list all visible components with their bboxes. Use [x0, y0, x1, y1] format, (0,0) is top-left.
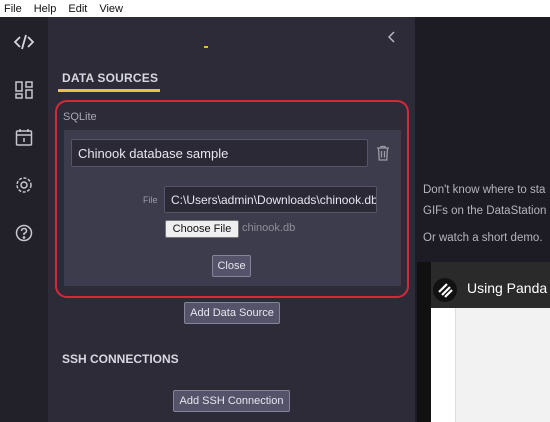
video-channel-logo-icon [433, 278, 457, 302]
help-text-line-2: GIFs on the DataStation [423, 205, 547, 217]
help-text-line-3: Or watch a short demo. [423, 232, 543, 244]
icon-sidebar [0, 17, 48, 422]
menu-edit[interactable]: Edit [68, 3, 87, 15]
highlight-box [55, 100, 409, 298]
video-title: Using Panda [467, 280, 548, 296]
data-sources-title: DATA SOURCES [62, 71, 159, 85]
demo-video[interactable]: Using Panda [417, 262, 550, 422]
menu-help[interactable]: Help [34, 3, 57, 15]
menu-bar: File Help Edit View [0, 0, 550, 17]
code-icon[interactable] [14, 32, 34, 52]
calendar-icon[interactable] [14, 127, 34, 147]
ssh-connections-title: SSH CONNECTIONS [62, 352, 179, 366]
menu-file[interactable]: File [4, 3, 22, 15]
add-ssh-connection-button[interactable]: Add SSH Connection [173, 390, 290, 412]
video-frame [455, 308, 550, 422]
menu-view[interactable]: View [99, 3, 123, 15]
help-icon[interactable] [14, 223, 34, 243]
video-edge [417, 262, 431, 422]
help-text-line-1: Don't know where to sta [423, 184, 546, 196]
settings-icon[interactable] [14, 175, 34, 195]
collapse-panel-icon[interactable] [387, 30, 396, 46]
loading-indicator [204, 46, 208, 48]
data-sources-underline [58, 89, 160, 92]
add-data-source-button[interactable]: Add Data Source [184, 302, 280, 324]
dashboard-icon[interactable] [14, 80, 34, 100]
